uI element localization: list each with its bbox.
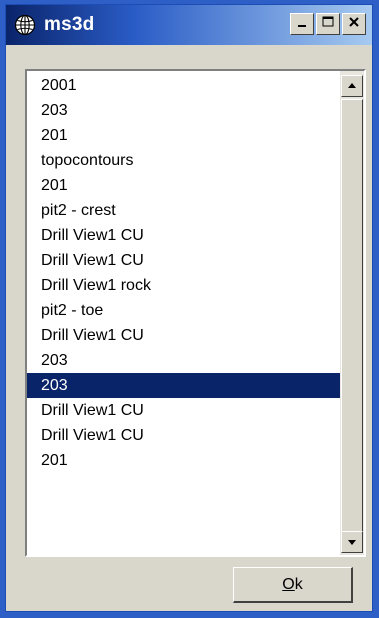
list-item[interactable]: 2001 <box>27 73 340 98</box>
close-icon <box>347 15 361 34</box>
list-item[interactable]: 201 <box>27 123 340 148</box>
scrollbar-thumb[interactable] <box>341 99 363 535</box>
minimize-icon <box>295 15 309 34</box>
layer-listbox[interactable]: 2001 203 201 topocontours 201 pit2 - cre… <box>25 69 366 557</box>
dialog-window: ms3d 2001 203 201 topocontours 201 pit2 … <box>5 4 373 612</box>
list-item[interactable]: pit2 - crest <box>27 198 340 223</box>
list-item[interactable]: 201 <box>27 173 340 198</box>
list-item[interactable]: Drill View1 CU <box>27 323 340 348</box>
minimize-button[interactable] <box>290 13 314 35</box>
scroll-down-button[interactable] <box>341 531 363 553</box>
ok-button[interactable]: Ok <box>233 567 353 603</box>
arrow-down-icon <box>347 533 357 551</box>
list-item[interactable]: Drill View1 CU <box>27 398 340 423</box>
list-item[interactable]: Drill View1 CU <box>27 223 340 248</box>
list-item[interactable]: Drill View1 CU <box>27 248 340 273</box>
maximize-icon <box>321 15 335 34</box>
window-title: ms3d <box>44 14 95 35</box>
list-item[interactable]: Drill View1 rock <box>27 273 340 298</box>
vertical-scrollbar[interactable] <box>340 71 364 555</box>
scroll-up-button[interactable] <box>341 75 363 97</box>
arrow-up-icon <box>347 77 357 95</box>
list-item[interactable]: Drill View1 CU <box>27 423 340 448</box>
globe-icon <box>14 14 36 36</box>
list-item[interactable]: 203 <box>27 98 340 123</box>
ok-button-label: Ok <box>282 575 303 593</box>
list-item[interactable]: 203 <box>27 348 340 373</box>
title-bar[interactable]: ms3d <box>6 5 372 45</box>
list-item[interactable]: 201 <box>27 448 340 473</box>
list-item-selected[interactable]: 203 <box>27 373 340 398</box>
list-item[interactable]: topocontours <box>27 148 340 173</box>
list-item[interactable]: pit2 - toe <box>27 298 340 323</box>
maximize-button[interactable] <box>316 13 340 35</box>
list-items-area[interactable]: 2001 203 201 topocontours 201 pit2 - cre… <box>27 71 340 555</box>
window-controls <box>290 13 366 35</box>
close-button[interactable] <box>342 13 366 35</box>
